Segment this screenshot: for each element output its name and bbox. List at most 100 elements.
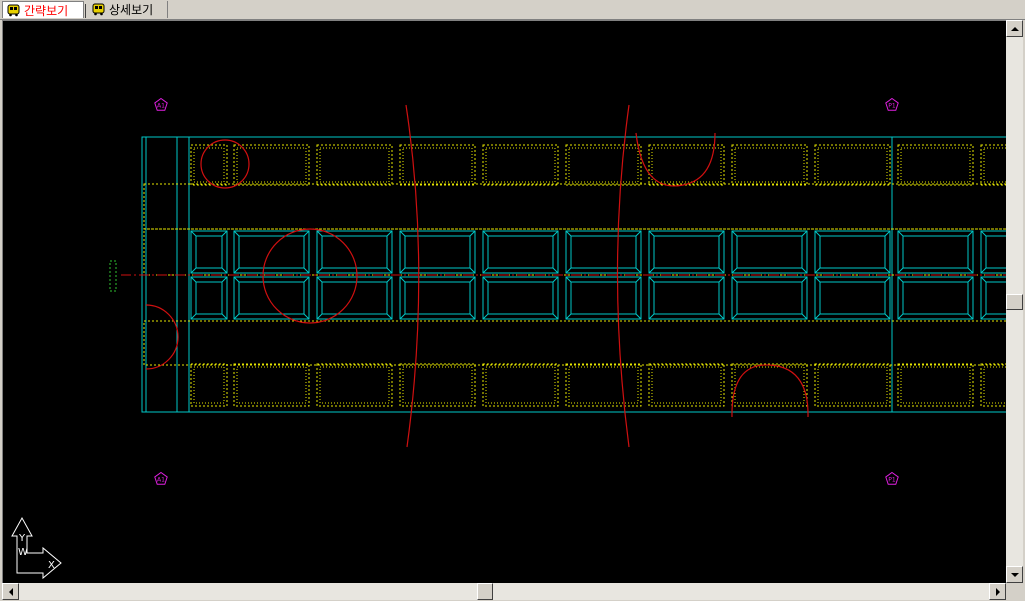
hatched-panel-inner — [900, 147, 971, 183]
revision-circle — [200, 139, 250, 189]
slab-corner — [814, 230, 821, 237]
slab-corner — [482, 267, 489, 274]
hatched-panel — [316, 144, 393, 186]
grid-markers: A1 P1 A1 P1 — [154, 97, 899, 485]
hatched-panel — [814, 363, 891, 407]
ucs-y-label: Y — [18, 533, 26, 544]
ucs-icon: Y W X — [11, 516, 62, 580]
slab-panel-inner — [321, 281, 388, 315]
slab-corner — [386, 313, 393, 320]
slab-corner — [303, 230, 310, 237]
slab-corner — [221, 276, 228, 283]
hatched-panel — [814, 144, 891, 186]
hatched-panel-inner — [983, 147, 1006, 183]
slab-corner — [884, 267, 891, 274]
scroll-left-button[interactable] — [2, 583, 19, 600]
arrow-right-icon — [995, 587, 1000, 596]
slab-panel — [233, 276, 310, 320]
hatched-panel — [233, 363, 310, 407]
hatched-panel — [897, 144, 974, 186]
scroll-right-button[interactable] — [989, 583, 1006, 600]
hatched-panel — [980, 363, 1006, 407]
slab-panel-inner — [736, 235, 803, 269]
revision-clouds — [145, 104, 809, 448]
slab-corner — [814, 313, 821, 320]
plan-drawing[interactable]: A1 P1 A1 P1 Y W X — [3, 21, 1006, 583]
slab-corner — [399, 313, 406, 320]
horizontal-scroll-thumb[interactable] — [477, 583, 493, 600]
slab-corner — [635, 276, 642, 283]
hatched-panel — [482, 144, 559, 186]
grid-marker-label: A1 — [157, 103, 165, 110]
slab-corner — [316, 313, 323, 320]
hatched-panel-inner — [651, 147, 722, 183]
hatched-panel — [399, 144, 476, 186]
tab-summary-view[interactable]: 간략보기 — [2, 1, 86, 18]
slab-corner — [648, 313, 655, 320]
tab-summary-label: 간략보기 — [24, 3, 69, 18]
slab-panel — [316, 276, 393, 320]
slab-corner — [190, 276, 197, 283]
slab-corner — [482, 276, 489, 283]
vertical-scroll-thumb[interactable] — [1006, 294, 1023, 310]
slab-corner — [897, 230, 904, 237]
slab-panel-inner — [404, 235, 471, 269]
cut-line — [616, 104, 630, 448]
slab-panel — [897, 276, 974, 320]
slab-corner — [552, 267, 559, 274]
slab-corner — [980, 313, 987, 320]
slab-corner — [731, 267, 738, 274]
slab-corner — [399, 267, 406, 274]
slab-panel — [814, 230, 891, 274]
slab-corner — [233, 276, 240, 283]
slab-corner — [552, 276, 559, 283]
slab-panel-inner — [487, 235, 554, 269]
revision-arc — [145, 304, 179, 370]
slab-corner — [221, 267, 228, 274]
slab-corner — [565, 276, 572, 283]
slab-corner — [469, 230, 476, 237]
slab-corner — [635, 267, 642, 274]
hatched-panel-inner — [236, 147, 307, 183]
slab-panel — [980, 230, 1006, 274]
hatched-panel — [565, 144, 642, 186]
slab-panel-inner — [653, 235, 720, 269]
hatched-panel-inner — [485, 147, 556, 183]
slab-corner — [731, 313, 738, 320]
hatched-panel-inner — [319, 366, 390, 404]
slab-panel-inner — [570, 235, 637, 269]
slab-corner — [190, 313, 197, 320]
slab-corner — [801, 230, 808, 237]
slab-corner — [190, 267, 197, 274]
arrow-down-icon — [1010, 572, 1019, 577]
arrow-up-icon — [1010, 26, 1019, 31]
cad-drawing-canvas[interactable]: A1 P1 A1 P1 Y W X — [2, 20, 1006, 583]
slab-corner — [303, 276, 310, 283]
horizontal-scrollbar[interactable] — [2, 583, 1006, 600]
slab-corner — [565, 230, 572, 237]
hatched-panel — [897, 363, 974, 407]
hatched-panel — [565, 363, 642, 407]
slab-corner — [469, 313, 476, 320]
slab-corner — [967, 230, 974, 237]
slab-corner — [648, 267, 655, 274]
arrow-left-icon — [8, 587, 13, 596]
hatched-panel — [190, 363, 228, 407]
tab-detail-view[interactable]: 상세보기 — [88, 1, 168, 18]
hatched-panel — [980, 144, 1006, 186]
section-marker — [109, 260, 117, 292]
slab-corner — [897, 276, 904, 283]
hatched-panel — [316, 363, 393, 407]
scroll-down-button[interactable] — [1006, 566, 1023, 583]
slab-corner — [884, 230, 891, 237]
slab-corner — [221, 313, 228, 320]
slab-corner — [233, 313, 240, 320]
slab-panel-inner — [819, 281, 886, 315]
hatched-band — [143, 320, 1006, 366]
vertical-scrollbar[interactable] — [1006, 20, 1023, 583]
slab-corner — [386, 267, 393, 274]
slab-corner — [801, 276, 808, 283]
revision-arc — [635, 132, 716, 187]
slab-corner — [635, 230, 642, 237]
scroll-up-button[interactable] — [1006, 20, 1023, 37]
